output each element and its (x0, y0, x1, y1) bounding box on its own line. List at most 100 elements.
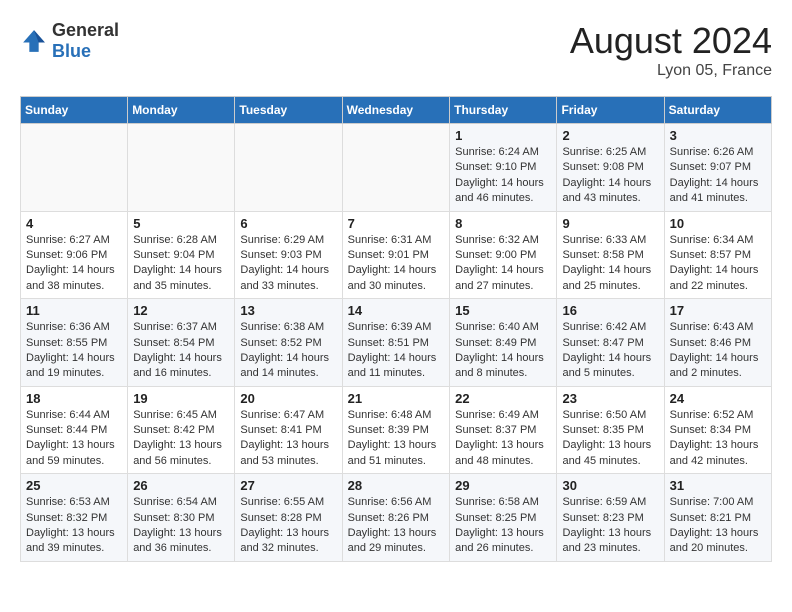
month-title: August 2024 (570, 20, 772, 62)
day-number: 30 (562, 478, 658, 493)
day-number: 17 (670, 303, 766, 318)
day-number: 20 (240, 391, 336, 406)
calendar-cell: 4 Sunrise: 6:27 AM Sunset: 9:06 PM Daylig… (21, 211, 128, 299)
day-info: Sunrise: 6:58 AM Sunset: 8:25 PM Dayligh… (455, 495, 551, 557)
calendar-body: 1 Sunrise: 6:24 AM Sunset: 9:10 PM Daylig… (21, 124, 772, 562)
day-number: 18 (26, 391, 122, 406)
weekday-row: SundayMondayTuesdayWednesdayThursdayFrid… (21, 97, 772, 124)
calendar-table: SundayMondayTuesdayWednesdayThursdayFrid… (20, 96, 772, 562)
day-number: 4 (26, 216, 122, 231)
day-info: Sunrise: 6:25 AM Sunset: 9:08 PM Dayligh… (562, 145, 658, 207)
day-info: Sunrise: 6:52 AM Sunset: 8:34 PM Dayligh… (670, 408, 766, 470)
day-number: 25 (26, 478, 122, 493)
day-info: Sunrise: 6:29 AM Sunset: 9:03 PM Dayligh… (240, 233, 336, 295)
day-number: 5 (133, 216, 229, 231)
day-number: 13 (240, 303, 336, 318)
day-info: Sunrise: 6:43 AM Sunset: 8:46 PM Dayligh… (670, 320, 766, 382)
weekday-header: Saturday (664, 97, 771, 124)
calendar-cell: 1 Sunrise: 6:24 AM Sunset: 9:10 PM Daylig… (450, 124, 557, 212)
calendar-week-row: 4 Sunrise: 6:27 AM Sunset: 9:06 PM Daylig… (21, 211, 772, 299)
day-number: 19 (133, 391, 229, 406)
day-info: Sunrise: 6:42 AM Sunset: 8:47 PM Dayligh… (562, 320, 658, 382)
logo-general: General (52, 20, 119, 40)
calendar-cell: 12 Sunrise: 6:37 AM Sunset: 8:54 PM Dayli… (128, 299, 235, 387)
day-info: Sunrise: 6:39 AM Sunset: 8:51 PM Dayligh… (348, 320, 445, 382)
calendar-cell: 20 Sunrise: 6:47 AM Sunset: 8:41 PM Dayli… (235, 386, 342, 474)
day-number: 26 (133, 478, 229, 493)
calendar-cell: 30 Sunrise: 6:59 AM Sunset: 8:23 PM Dayli… (557, 474, 664, 562)
day-info: Sunrise: 6:31 AM Sunset: 9:01 PM Dayligh… (348, 233, 445, 295)
calendar-cell (128, 124, 235, 212)
day-number: 3 (670, 128, 766, 143)
day-info: Sunrise: 6:38 AM Sunset: 8:52 PM Dayligh… (240, 320, 336, 382)
day-number: 11 (26, 303, 122, 318)
day-number: 31 (670, 478, 766, 493)
day-info: Sunrise: 6:33 AM Sunset: 8:58 PM Dayligh… (562, 233, 658, 295)
day-number: 29 (455, 478, 551, 493)
day-info: Sunrise: 6:49 AM Sunset: 8:37 PM Dayligh… (455, 408, 551, 470)
calendar-cell: 5Sunrise: 6:28 AM Sunset: 9:04 PM Daylig… (128, 211, 235, 299)
calendar-cell: 28 Sunrise: 6:56 AM Sunset: 8:26 PM Dayli… (342, 474, 450, 562)
calendar-cell: 24 Sunrise: 6:52 AM Sunset: 8:34 PM Dayli… (664, 386, 771, 474)
day-info: Sunrise: 7:00 AM Sunset: 8:21 PM Dayligh… (670, 495, 766, 557)
calendar-cell: 23 Sunrise: 6:50 AM Sunset: 8:35 PM Dayli… (557, 386, 664, 474)
calendar-week-row: 18Sunrise: 6:44 AM Sunset: 8:44 PM Dayli… (21, 386, 772, 474)
day-info: Sunrise: 6:34 AM Sunset: 8:57 PM Dayligh… (670, 233, 766, 295)
calendar-cell: 10 Sunrise: 6:34 AM Sunset: 8:57 PM Dayli… (664, 211, 771, 299)
logo-icon (20, 27, 48, 55)
day-info: Sunrise: 6:24 AM Sunset: 9:10 PM Dayligh… (455, 145, 551, 207)
day-info: Sunrise: 6:26 AM Sunset: 9:07 PM Dayligh… (670, 145, 766, 207)
day-info: Sunrise: 6:27 AM Sunset: 9:06 PM Dayligh… (26, 233, 122, 295)
logo: General Blue (20, 20, 119, 62)
weekday-header: Thursday (450, 97, 557, 124)
day-info: Sunrise: 6:37 AM Sunset: 8:54 PM Dayligh… (133, 320, 229, 382)
day-info: Sunrise: 6:54 AM Sunset: 8:30 PM Dayligh… (133, 495, 229, 557)
page-header: General Blue August 2024 Lyon 05, France (20, 20, 772, 80)
day-number: 21 (348, 391, 445, 406)
calendar-header: SundayMondayTuesdayWednesdayThursdayFrid… (21, 97, 772, 124)
weekday-header: Monday (128, 97, 235, 124)
day-number: 2 (562, 128, 658, 143)
day-info: Sunrise: 6:59 AM Sunset: 8:23 PM Dayligh… (562, 495, 658, 557)
calendar-cell: 18Sunrise: 6:44 AM Sunset: 8:44 PM Dayli… (21, 386, 128, 474)
day-info: Sunrise: 6:55 AM Sunset: 8:28 PM Dayligh… (240, 495, 336, 557)
day-info: Sunrise: 6:56 AM Sunset: 8:26 PM Dayligh… (348, 495, 445, 557)
logo-blue: Blue (52, 41, 91, 61)
day-info: Sunrise: 6:36 AM Sunset: 8:55 PM Dayligh… (26, 320, 122, 382)
day-info: Sunrise: 6:47 AM Sunset: 8:41 PM Dayligh… (240, 408, 336, 470)
calendar-cell: 6 Sunrise: 6:29 AM Sunset: 9:03 PM Daylig… (235, 211, 342, 299)
weekday-header: Tuesday (235, 97, 342, 124)
calendar-cell: 21Sunrise: 6:48 AM Sunset: 8:39 PM Dayli… (342, 386, 450, 474)
day-info: Sunrise: 6:50 AM Sunset: 8:35 PM Dayligh… (562, 408, 658, 470)
calendar-cell: 27 Sunrise: 6:55 AM Sunset: 8:28 PM Dayli… (235, 474, 342, 562)
day-number: 24 (670, 391, 766, 406)
calendar-cell: 11 Sunrise: 6:36 AM Sunset: 8:55 PM Dayli… (21, 299, 128, 387)
calendar-cell: 25 Sunrise: 6:53 AM Sunset: 8:32 PM Dayli… (21, 474, 128, 562)
calendar-cell: 16 Sunrise: 6:42 AM Sunset: 8:47 PM Dayli… (557, 299, 664, 387)
calendar-cell: 7Sunrise: 6:31 AM Sunset: 9:01 PM Daylig… (342, 211, 450, 299)
weekday-header: Sunday (21, 97, 128, 124)
calendar-cell: 31 Sunrise: 7:00 AM Sunset: 8:21 PM Dayli… (664, 474, 771, 562)
calendar-cell (235, 124, 342, 212)
day-info: Sunrise: 6:53 AM Sunset: 8:32 PM Dayligh… (26, 495, 122, 557)
calendar-cell: 29 Sunrise: 6:58 AM Sunset: 8:25 PM Dayli… (450, 474, 557, 562)
day-info: Sunrise: 6:32 AM Sunset: 9:00 PM Dayligh… (455, 233, 551, 295)
calendar-week-row: 11 Sunrise: 6:36 AM Sunset: 8:55 PM Dayli… (21, 299, 772, 387)
day-number: 1 (455, 128, 551, 143)
day-number: 12 (133, 303, 229, 318)
weekday-header: Friday (557, 97, 664, 124)
day-info: Sunrise: 6:40 AM Sunset: 8:49 PM Dayligh… (455, 320, 551, 382)
weekday-header: Wednesday (342, 97, 450, 124)
day-number: 27 (240, 478, 336, 493)
location-title: Lyon 05, France (570, 62, 772, 80)
calendar-cell: 13 Sunrise: 6:38 AM Sunset: 8:52 PM Dayli… (235, 299, 342, 387)
day-number: 14 (348, 303, 445, 318)
day-number: 23 (562, 391, 658, 406)
day-number: 28 (348, 478, 445, 493)
day-number: 10 (670, 216, 766, 231)
day-number: 6 (240, 216, 336, 231)
day-number: 16 (562, 303, 658, 318)
calendar-cell: 17 Sunrise: 6:43 AM Sunset: 8:46 PM Dayli… (664, 299, 771, 387)
calendar-cell: 22Sunrise: 6:49 AM Sunset: 8:37 PM Dayli… (450, 386, 557, 474)
day-number: 9 (562, 216, 658, 231)
